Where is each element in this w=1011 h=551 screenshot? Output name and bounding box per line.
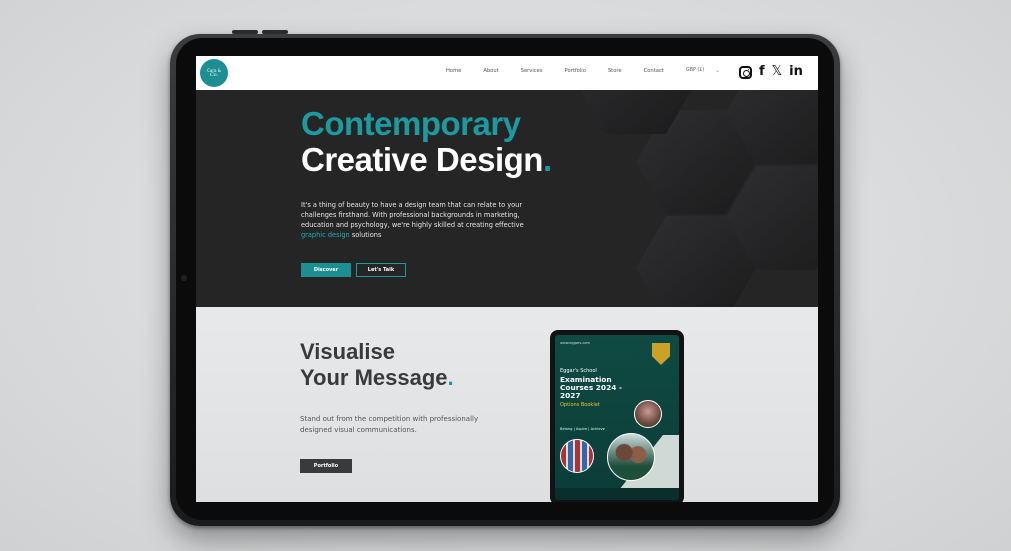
volume-button bbox=[232, 30, 258, 34]
booklet-title: Examination Courses 2024 - 2027 bbox=[560, 375, 623, 400]
nav-item-home[interactable]: Home bbox=[446, 68, 461, 74]
hero-title-text: Creative Design bbox=[301, 141, 543, 178]
camera-icon bbox=[181, 275, 187, 281]
discover-button[interactable]: Discover bbox=[301, 263, 351, 277]
booklet-cover: www.eggars.com Eggar's School Examinatio… bbox=[555, 335, 679, 500]
hero-title-dot: . bbox=[542, 141, 552, 178]
hero-description-text: It's a thing of beauty to have a design … bbox=[301, 201, 524, 229]
graphic-design-link[interactable]: graphic design bbox=[301, 231, 350, 239]
booklet-footer bbox=[555, 488, 679, 500]
booklet-school-name: Eggar's School bbox=[560, 368, 597, 374]
chevron-down-icon[interactable]: ⌄ bbox=[715, 67, 720, 74]
school-crest-icon bbox=[652, 343, 670, 365]
instagram-icon[interactable] bbox=[739, 65, 752, 79]
site-logo[interactable]: Cara & Co. bbox=[200, 59, 228, 87]
volume-button bbox=[262, 30, 288, 34]
students-photo bbox=[607, 433, 655, 481]
hero-section: Contemporary Creative Design. It's a thi… bbox=[196, 90, 818, 307]
booklet-tablet-mockup: www.eggars.com Eggar's School Examinatio… bbox=[550, 330, 684, 502]
nav-item-contact[interactable]: Contact bbox=[644, 68, 664, 74]
social-links: f 𝕏 in bbox=[739, 64, 803, 80]
lets-talk-button[interactable]: Let's Talk bbox=[356, 263, 406, 277]
nav-menu: Home About Services Portfolio Store Cont… bbox=[446, 68, 686, 74]
section-title-line-2: Your Message. bbox=[300, 365, 454, 391]
section-title-text: Your Message bbox=[300, 365, 448, 390]
x-icon[interactable]: 𝕏 bbox=[772, 64, 782, 80]
top-navigation: Cara & Co. Home About Services Portfolio… bbox=[196, 56, 818, 90]
booklet-url: www.eggars.com bbox=[560, 341, 590, 345]
section-title-line-1: Visualise bbox=[300, 339, 395, 364]
nav-item-services[interactable]: Services bbox=[521, 68, 543, 74]
hero-title-line-1: Contemporary bbox=[301, 105, 521, 142]
portfolio-button[interactable]: Portfolio bbox=[300, 459, 352, 473]
nav-item-about[interactable]: About bbox=[483, 68, 498, 74]
hero-title-line-2: Creative Design. bbox=[301, 142, 552, 178]
hero-description-end: solutions bbox=[349, 231, 382, 239]
nav-item-portfolio[interactable]: Portfolio bbox=[565, 68, 586, 74]
section-title-dot: . bbox=[447, 365, 454, 390]
facebook-icon[interactable]: f bbox=[759, 64, 765, 80]
website-screen: Cara & Co. Home About Services Portfolio… bbox=[196, 56, 818, 502]
linkedin-icon[interactable]: in bbox=[789, 64, 803, 80]
hero-description: It's a thing of beauty to have a design … bbox=[301, 200, 531, 240]
artwork-photo bbox=[560, 439, 594, 473]
currency-selector[interactable]: GBP (£) bbox=[686, 68, 704, 73]
booklet-tagline: Belong | Aspire | Achieve bbox=[560, 427, 605, 431]
nav-item-store[interactable]: Store bbox=[608, 68, 622, 74]
visualise-section: Visualise Your Message. Stand out from t… bbox=[196, 307, 818, 502]
section-description: Stand out from the competition with prof… bbox=[300, 415, 479, 434]
booklet-subtitle: Options Booklet bbox=[560, 402, 600, 408]
student-photo bbox=[634, 400, 662, 428]
logo-line-2: Co. bbox=[209, 72, 219, 78]
